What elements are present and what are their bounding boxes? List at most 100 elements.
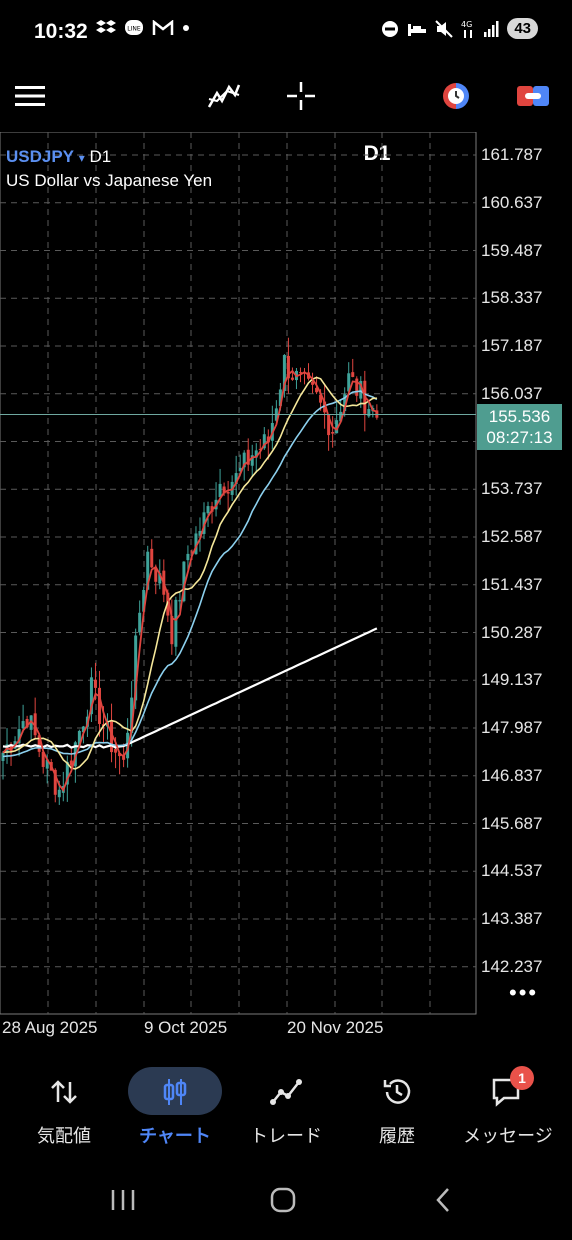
tab-trade-label: トレード	[250, 1126, 322, 1146]
symbol-description: US Dollar vs Japanese Yen	[6, 171, 213, 190]
status-bar: 10:32 LINE 4G 43	[0, 0, 572, 64]
chart-more-icon[interactable]: •••	[509, 980, 538, 1006]
symbol-name[interactable]: USDJPY	[6, 147, 74, 166]
price-axis-label: 145.687	[481, 813, 543, 833]
time-axis-label: 9 Oct 2025	[144, 1018, 228, 1037]
one-click-trading-button[interactable]	[434, 74, 478, 118]
current-price: 155.536	[488, 407, 551, 426]
trade-toggle-icon	[517, 86, 549, 106]
tab-messages-label: メッセージ	[463, 1126, 553, 1146]
tab-quotes-label: 気配値	[37, 1126, 91, 1146]
candle-body	[174, 599, 178, 647]
price-axis-label: 161.787	[481, 145, 543, 164]
sleep-mode-icon	[408, 23, 427, 36]
tab-history[interactable]: 履歴	[340, 1060, 454, 1160]
network-4g-icon: 4G	[461, 20, 473, 38]
battery-indicator: 43	[507, 18, 538, 39]
gmail-icon	[152, 20, 174, 35]
moving-average-white	[2, 627, 378, 749]
mute-icon	[435, 19, 454, 38]
indicators-icon	[207, 84, 241, 108]
tab-history-label: 履歴	[379, 1126, 415, 1146]
back-button[interactable]	[413, 1180, 473, 1220]
chart-symbol-header[interactable]: USDJPY ▾ D1	[6, 147, 111, 167]
moving-average-yellow	[2, 376, 377, 770]
candle-body	[97, 687, 101, 724]
chart-candles-icon	[153, 1070, 197, 1114]
price-axis-label: 159.487	[481, 240, 543, 260]
menu-icon	[15, 86, 45, 106]
message-icon: 1	[486, 1066, 534, 1114]
price-axis-label: 156.037	[481, 383, 543, 403]
tab-messages[interactable]: 1 メッセージ	[451, 1060, 565, 1160]
candle-body	[178, 600, 182, 602]
candle-body	[290, 377, 294, 380]
menu-button[interactable]	[8, 74, 52, 118]
chart-frame	[0, 132, 477, 1015]
price-axis-label: 158.337	[481, 288, 543, 308]
candle-body	[138, 612, 142, 633]
price-axis-label: 157.187	[481, 336, 543, 355]
one-click-trading-icon	[443, 83, 469, 109]
tab-trade[interactable]: トレード	[229, 1060, 343, 1160]
recent-apps-icon	[111, 1190, 135, 1210]
candle-body	[367, 409, 371, 417]
quotes-arrows-icon	[42, 1070, 86, 1114]
chart-toolbar: D1	[0, 64, 572, 165]
dot-icon	[183, 25, 189, 31]
crosshair-icon	[287, 82, 315, 110]
price-axis-label: 152.587	[481, 527, 543, 546]
tab-chart-label: チャート	[139, 1126, 211, 1146]
trade-line-icon	[264, 1070, 308, 1114]
price-axis-label: 153.737	[481, 479, 543, 499]
candle-body	[186, 553, 190, 561]
time-axis-label: 20 Nov 2025	[287, 1018, 384, 1037]
bar-countdown: 08:27:13	[486, 428, 553, 447]
trade-toggle-button[interactable]	[511, 74, 555, 118]
price-axis-label: 149.137	[481, 670, 543, 690]
price-axis-label: 147.987	[481, 718, 543, 737]
svg-text:LINE: LINE	[127, 26, 141, 33]
candle-body	[21, 721, 25, 729]
signal-icon	[484, 20, 499, 37]
status-time: 10:32	[34, 20, 88, 43]
candle-body	[57, 789, 61, 798]
message-badge: 1	[510, 1066, 534, 1090]
time-axis-label: 28 Aug 2025	[2, 1018, 98, 1037]
price-axis-label: 142.237	[481, 956, 543, 976]
current-price-tag: 155.536 08:27:13	[477, 404, 562, 450]
status-system-icons: 4G 43	[381, 18, 538, 39]
symbol-timeframe: D1	[89, 147, 112, 166]
do-not-disturb-icon	[382, 20, 399, 37]
price-axis-label: 146.837	[481, 765, 543, 785]
history-clock-icon	[375, 1070, 419, 1114]
svg-text:4G: 4G	[461, 20, 472, 29]
dropbox-icon	[96, 20, 116, 33]
price-axis-label: 160.637	[481, 192, 543, 212]
line-app-icon: LINE	[125, 20, 143, 35]
price-axis-label: 151.437	[481, 574, 543, 594]
home-button[interactable]	[253, 1180, 313, 1220]
back-icon	[436, 1188, 449, 1212]
indicators-button[interactable]	[202, 74, 246, 118]
status-notification-icons: LINE	[96, 18, 190, 38]
system-navigation-bar	[0, 1160, 572, 1240]
candle-body	[331, 431, 335, 434]
price-axis-label: 144.537	[481, 861, 543, 881]
candle-body	[150, 548, 154, 568]
tab-quotes[interactable]: 気配値	[7, 1060, 121, 1160]
candle-body	[93, 679, 97, 688]
symbol-caret-icon[interactable]: ▾	[79, 151, 85, 165]
candle-body	[114, 749, 118, 753]
recent-apps-button[interactable]	[93, 1180, 153, 1220]
candle-body	[351, 372, 355, 377]
candle-body	[206, 506, 210, 514]
bottom-navigation: 気配値 チャート トレード 履歴 1 メッセージ	[0, 1060, 572, 1160]
moving-average-blue	[2, 390, 378, 758]
price-axis-label: 150.287	[481, 622, 543, 642]
price-axis-label: 143.387	[481, 909, 543, 928]
candle-body	[170, 616, 174, 645]
home-icon	[270, 1187, 296, 1213]
crosshair-button[interactable]	[279, 74, 323, 118]
tab-chart[interactable]: チャート	[118, 1060, 232, 1160]
